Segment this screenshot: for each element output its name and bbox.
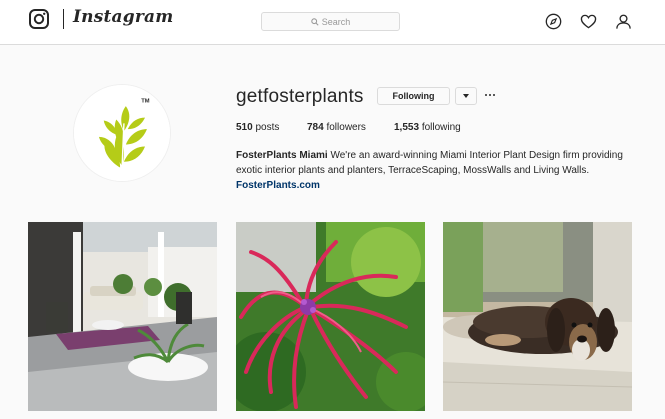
posts-count: 510: [236, 122, 253, 133]
pink-bromeliad-image: [236, 222, 425, 411]
suggestions-dropdown-button[interactable]: [455, 87, 477, 105]
dog-lying-image: [443, 222, 632, 411]
chevron-down-icon: [463, 94, 469, 98]
followers-count-stat[interactable]: 784 followers: [307, 122, 366, 133]
bio-website-link[interactable]: FosterPlants.com: [236, 180, 320, 191]
search-box[interactable]: Search: [261, 12, 400, 31]
explore-compass-icon[interactable]: [545, 13, 562, 30]
post-thumbnail-bromeliad[interactable]: [236, 222, 425, 411]
post-thumbnail-interior-lounge[interactable]: [28, 222, 217, 411]
search-placeholder: Search: [321, 16, 351, 27]
posts-label: posts: [255, 122, 280, 133]
post-thumbnail-dog[interactable]: [443, 222, 632, 411]
heart-icon[interactable]: [580, 13, 597, 30]
dot: [489, 94, 491, 96]
followers-label: followers: [326, 122, 366, 133]
dot: [493, 94, 495, 96]
instagram-logo-icon[interactable]: [29, 9, 49, 29]
following-button[interactable]: Following: [377, 87, 450, 105]
following-count-stat[interactable]: 1,553 following: [394, 122, 461, 133]
profile-bio: FosterPlants Miami We're an award-winnin…: [236, 148, 626, 193]
posts-count-stat: 510 posts: [236, 122, 279, 133]
bio-full-name: FosterPlants Miami: [236, 150, 328, 161]
followers-count: 784: [307, 122, 324, 133]
more-options-button[interactable]: [483, 86, 497, 104]
avatar-trademark-mark: TM: [141, 98, 150, 104]
fosterplants-leaf-logo: TM: [74, 85, 170, 181]
top-navigation-bar: Instagram Search: [0, 0, 665, 45]
following-label: following: [421, 122, 461, 133]
profile-username: getfosterplants: [236, 86, 364, 107]
profile-avatar[interactable]: TM: [73, 84, 171, 182]
following-count: 1,553: [394, 122, 420, 133]
instagram-wordmark[interactable]: Instagram: [73, 7, 173, 27]
interior-lounge-image: [28, 222, 217, 411]
dot: [485, 94, 487, 96]
user-icon[interactable]: [615, 13, 632, 30]
logo-divider: [63, 9, 64, 29]
search-icon: [311, 17, 319, 26]
